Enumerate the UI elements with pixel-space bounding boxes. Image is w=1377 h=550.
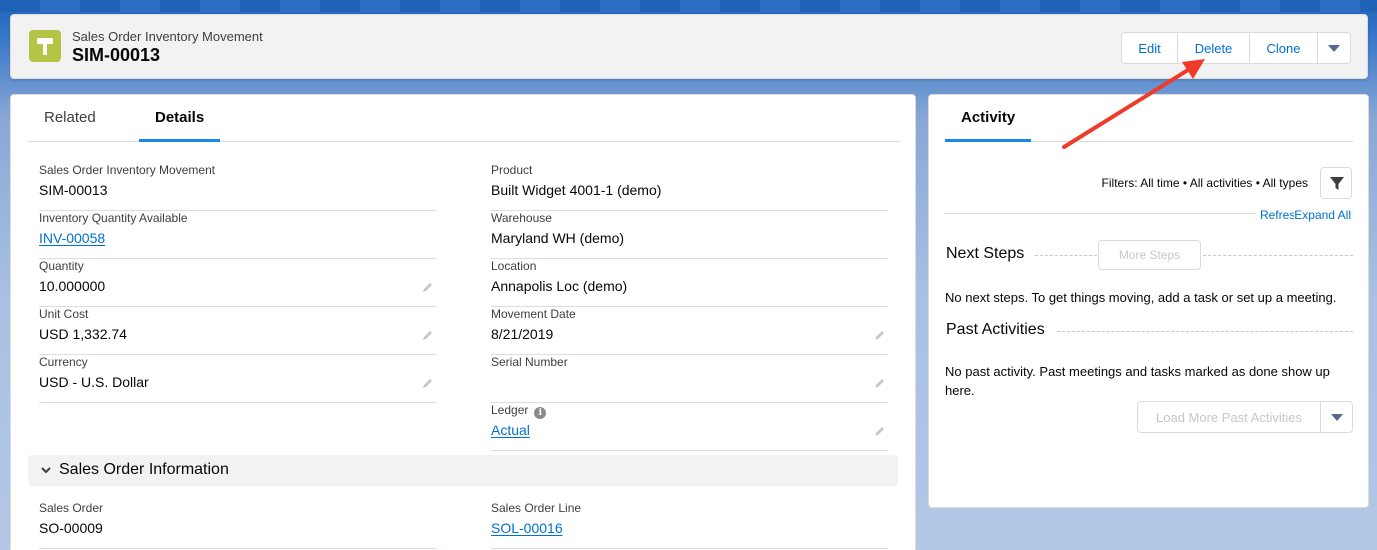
ledger-label: Ledger	[491, 403, 529, 417]
load-more-button-group: Load More Past Activities	[1137, 401, 1353, 433]
field-value: USD - U.S. Dollar	[39, 374, 149, 390]
field-value: USD 1,332.74	[39, 326, 127, 342]
field-sales-order: Sales Order SO-00009	[39, 501, 436, 549]
field-label: Inventory Quantity Available	[39, 211, 188, 225]
field-label: Sales Order Line	[491, 501, 582, 515]
next-steps-heading: Next Steps	[946, 245, 1025, 262]
field-ledger: Ledger i Actual	[491, 403, 888, 451]
field-label: Currency	[39, 355, 88, 369]
filter-button[interactable]	[1320, 167, 1352, 199]
record-header: Sales Order Inventory Movement SIM-00013…	[10, 14, 1368, 79]
field-label: Unit Cost	[39, 307, 89, 321]
field-quantity: Quantity 10.000000	[39, 259, 436, 307]
pencil-icon[interactable]	[874, 425, 886, 437]
inventory-link[interactable]: INV-00058	[39, 230, 105, 246]
no-next-steps-text: No next steps. To get things moving, add…	[945, 290, 1337, 305]
load-more-menu-button[interactable]	[1321, 402, 1352, 432]
past-activities-heading: Past Activities	[946, 321, 1045, 338]
pencil-icon[interactable]	[874, 377, 886, 389]
section-sales-order-information[interactable]: Sales Order Information	[28, 455, 898, 486]
field-value: 10.000000	[39, 278, 106, 294]
field-label: Warehouse	[491, 211, 552, 225]
ledger-link[interactable]: Actual	[491, 422, 530, 438]
field-label: Ledger i	[491, 403, 547, 419]
chevron-down-icon	[1330, 413, 1343, 421]
field-value: Maryland WH (demo)	[491, 230, 625, 246]
more-steps-button[interactable]: More Steps	[1098, 240, 1201, 270]
record-name: SIM-00013	[72, 45, 161, 65]
field-label: Sales Order	[39, 501, 104, 515]
record-tabs: Related Details	[28, 95, 900, 142]
field-product: Product Built Widget 4001-1 (demo)	[491, 163, 888, 211]
dashed-divider	[1203, 255, 1353, 256]
field-value: Annapolis Loc (demo)	[491, 278, 628, 294]
field-warehouse: Warehouse Maryland WH (demo)	[491, 211, 888, 259]
edit-button[interactable]: Edit	[1122, 33, 1178, 63]
field-movement-date: Movement Date 8/21/2019	[491, 307, 888, 355]
field-label: Quantity	[39, 259, 84, 273]
field-label: Sales Order Inventory Movement	[39, 163, 216, 177]
chevron-down-icon	[41, 467, 51, 474]
field-label: Product	[491, 163, 533, 177]
dashed-divider	[1057, 331, 1353, 332]
sales-order-line-link[interactable]: SOL-00016	[491, 520, 563, 536]
no-past-activity-text: No past activity. Past meetings and task…	[945, 364, 1330, 398]
chevron-down-icon	[1328, 44, 1340, 52]
filter-icon	[1330, 177, 1344, 190]
hammer-icon	[29, 30, 61, 62]
activity-card: Activity Filters: All time • All activit…	[928, 94, 1369, 508]
app-background-strip	[0, 0, 1377, 12]
info-icon[interactable]: i	[534, 407, 547, 419]
delete-button[interactable]: Delete	[1178, 33, 1250, 63]
details-card: Related Details Sales Order Inventory Mo…	[10, 94, 916, 550]
pencil-icon[interactable]	[874, 329, 886, 341]
tab-related[interactable]: Related	[28, 109, 112, 142]
field-label: Serial Number	[491, 355, 568, 369]
object-type-label: Sales Order Inventory Movement	[72, 29, 263, 44]
record-actions: Edit Delete Clone	[1121, 32, 1351, 64]
field-label: Movement Date	[491, 307, 576, 321]
activity-tabs: Activity	[945, 95, 1353, 142]
expand-all-link[interactable]: Expand All	[1294, 208, 1351, 222]
pencil-icon[interactable]	[422, 329, 434, 341]
section-title: Sales Order Information	[59, 461, 229, 478]
field-inventory-quantity: Inventory Quantity Available INV-00058	[39, 211, 436, 259]
tab-details[interactable]: Details	[139, 109, 221, 142]
field-value: SIM-00013	[39, 182, 108, 198]
pencil-icon[interactable]	[422, 281, 434, 293]
tab-activity[interactable]: Activity	[945, 109, 1032, 142]
clone-button[interactable]: Clone	[1250, 33, 1318, 63]
load-more-past-activities-button[interactable]: Load More Past Activities	[1138, 402, 1321, 432]
field-value: 8/21/2019	[491, 326, 554, 342]
field-sales-order-line: Sales Order Line SOL-00016	[491, 501, 888, 549]
field-currency: Currency USD - U.S. Dollar	[39, 355, 436, 403]
field-value: Built Widget 4001-1 (demo)	[491, 182, 662, 198]
field-movement: Sales Order Inventory Movement SIM-00013	[39, 163, 436, 211]
pencil-icon[interactable]	[422, 377, 434, 389]
field-location: Location Annapolis Loc (demo)	[491, 259, 888, 307]
field-unit-cost: Unit Cost USD 1,332.74	[39, 307, 436, 355]
activity-filters-text: Filters: All time • All activities • All…	[1101, 176, 1308, 190]
dashed-divider	[1035, 255, 1097, 256]
field-serial-number: Serial Number	[491, 355, 888, 403]
field-value: SO-00009	[39, 520, 103, 536]
field-label: Location	[491, 259, 537, 273]
more-actions-button[interactable]	[1318, 33, 1350, 63]
